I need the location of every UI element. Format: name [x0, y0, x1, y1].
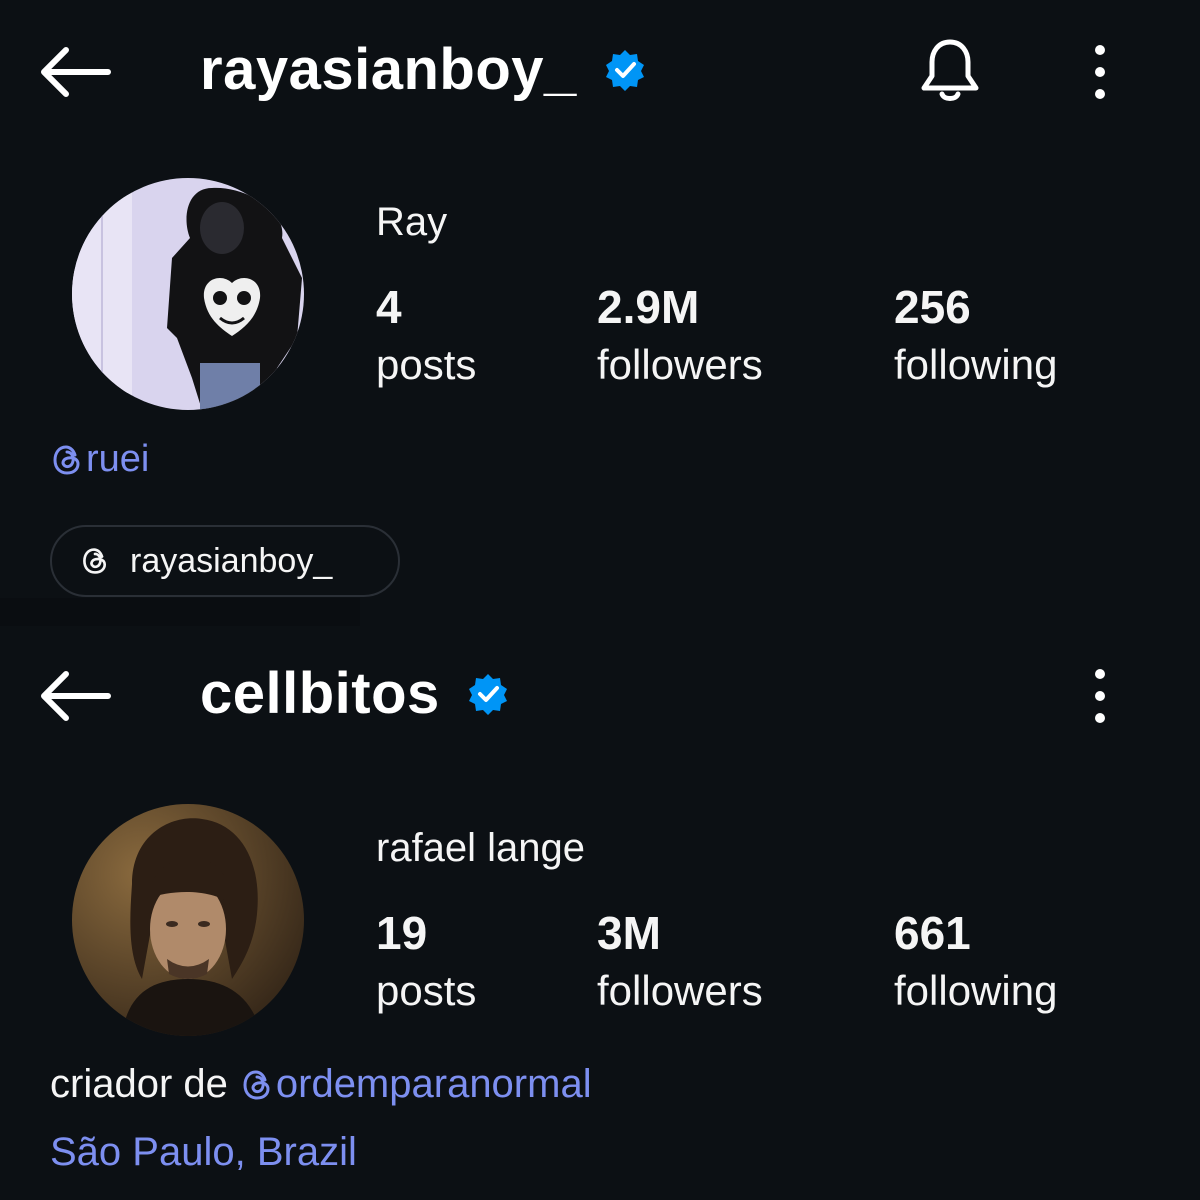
- header-username-row: cellbitos: [200, 660, 510, 727]
- bio-mention-link[interactable]: ordemparanormal: [240, 1062, 592, 1107]
- username: cellbitos: [200, 661, 440, 726]
- display-name: rafael lange: [376, 826, 586, 870]
- verified-badge-icon: [468, 673, 507, 715]
- stat-followers-count: 2.9M: [597, 281, 700, 333]
- stat-following-count: 661: [894, 907, 971, 959]
- more-vertical-icon[interactable]: [1082, 666, 1118, 726]
- stat-posts-count: 19: [376, 907, 428, 959]
- stat-posts-label: posts: [376, 341, 477, 388]
- stat-following-count: 256: [894, 281, 971, 333]
- threads-badge-label: rayasianboy_: [130, 541, 333, 580]
- stat-followers-label: followers: [597, 967, 763, 1014]
- verified-badge-icon: [605, 49, 644, 91]
- profile-panel-cellbitos: cellbitos rafael lange 19 posts 3M follo…: [0, 626, 1200, 1200]
- threads-handle-link[interactable]: ruei: [50, 438, 149, 481]
- profile-panel-rayasianboy: rayasianboy_ Ray 4 posts 2.9M followers …: [0, 0, 1200, 626]
- threads-icon: [53, 444, 80, 475]
- more-vertical-icon[interactable]: [1082, 42, 1118, 102]
- stat-posts[interactable]: 19 posts: [376, 904, 476, 1020]
- stat-followers-label: followers: [597, 341, 763, 388]
- stat-following[interactable]: 661 following: [894, 904, 1057, 1020]
- display-name: Ray: [376, 200, 448, 244]
- stat-posts[interactable]: 4 posts: [376, 278, 476, 394]
- avatar[interactable]: [72, 178, 304, 410]
- panel-divider: [0, 598, 360, 626]
- back-arrow-icon[interactable]: [36, 42, 112, 102]
- threads-badge-button[interactable]: rayasianboy_: [50, 525, 400, 597]
- stat-following[interactable]: 256 following: [894, 278, 1057, 394]
- stat-posts-count: 4: [376, 281, 402, 333]
- stat-following-label: following: [894, 341, 1058, 388]
- avatar[interactable]: [72, 804, 304, 1036]
- username: rayasianboy_: [200, 37, 577, 102]
- stat-followers-count: 3M: [597, 907, 661, 959]
- stat-following-label: following: [894, 967, 1058, 1014]
- location-link[interactable]: São Paulo, Brazil: [50, 1130, 357, 1175]
- stat-followers[interactable]: 3M followers: [597, 904, 763, 1020]
- header-username-row: rayasianboy_: [200, 36, 647, 103]
- threads-icon: [83, 548, 107, 574]
- bio-prefix: criador de: [50, 1062, 228, 1106]
- threads-icon: [243, 1069, 270, 1100]
- stat-posts-label: posts: [376, 967, 477, 1014]
- bell-icon[interactable]: [914, 34, 986, 106]
- stat-followers[interactable]: 2.9M followers: [597, 278, 763, 394]
- back-arrow-icon[interactable]: [36, 666, 112, 726]
- threads-handle-text: ruei: [86, 438, 150, 480]
- bio-text: criador de ordemparanormal: [50, 1062, 592, 1107]
- bio-mention-text: ordemparanormal: [275, 1062, 592, 1106]
